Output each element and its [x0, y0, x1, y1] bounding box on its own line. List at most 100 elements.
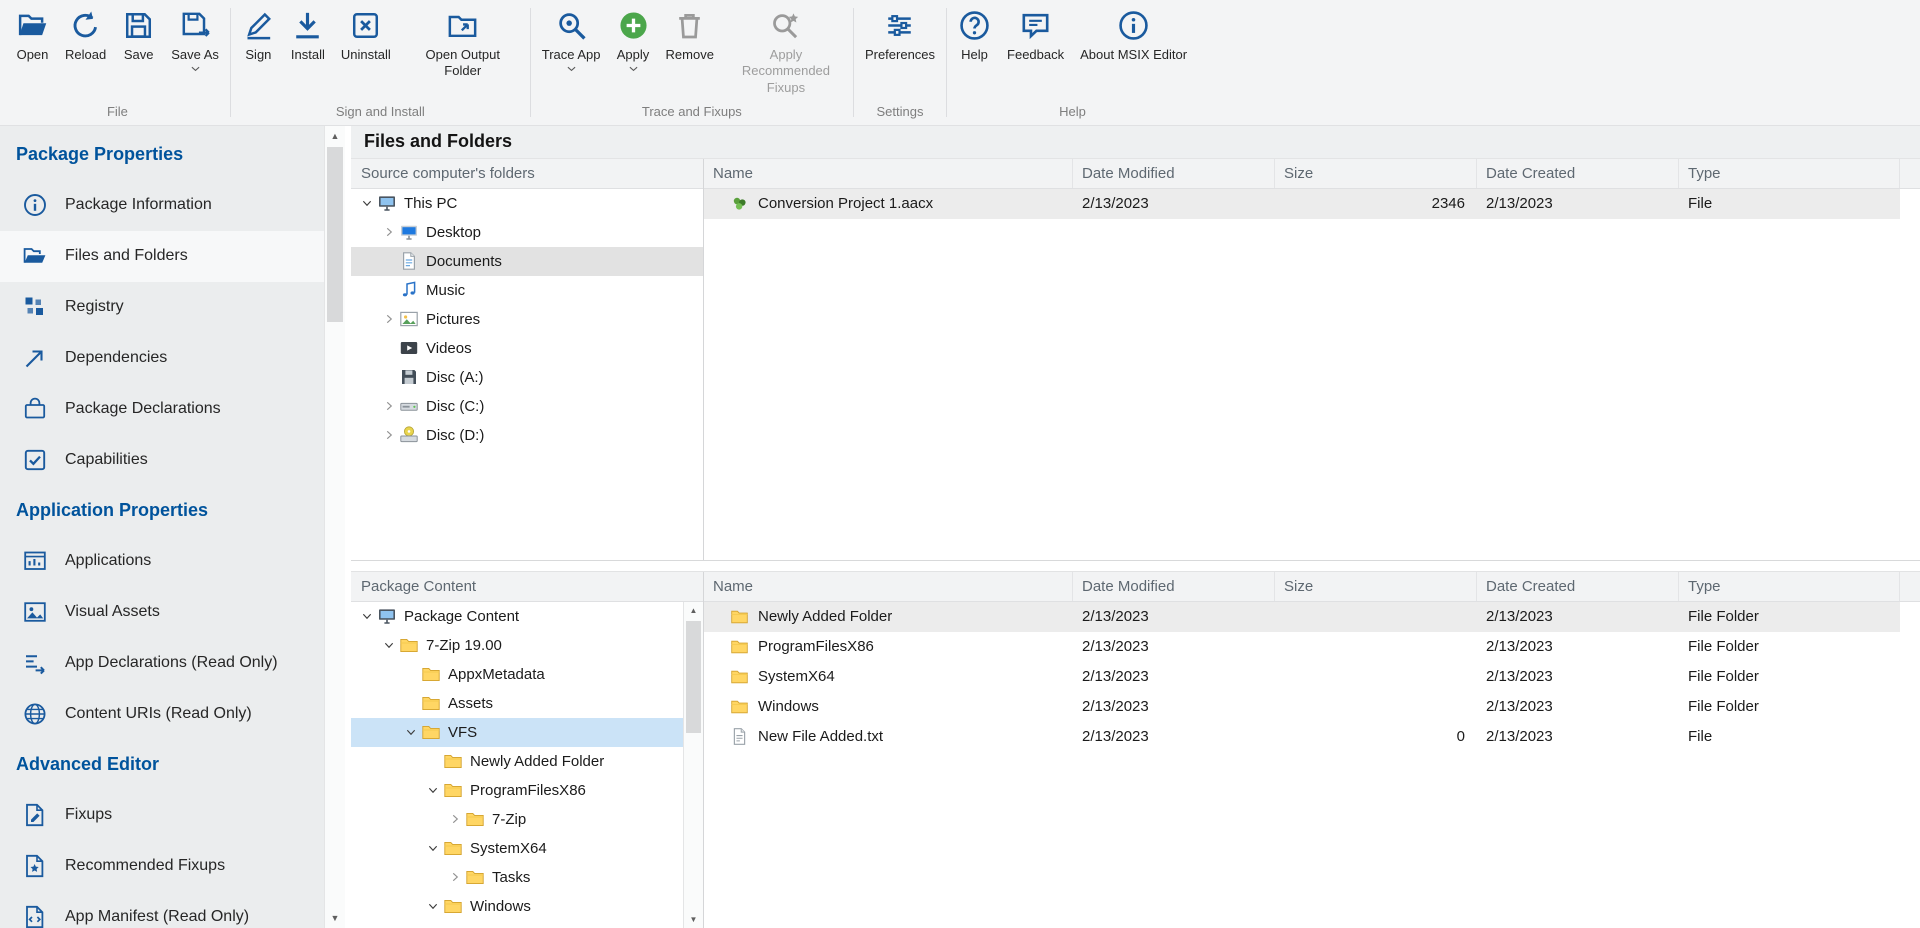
reload-button[interactable]: Reload [57, 6, 114, 66]
scroll-down-arrow[interactable]: ▼ [684, 910, 703, 928]
file-row-conversion-project-1-aacx[interactable]: Conversion Project 1.aacx2/13/202323462/… [704, 189, 1900, 219]
chevron-down-icon[interactable] [357, 195, 377, 211]
column-header-date-modified[interactable]: Date Modified [1073, 572, 1275, 601]
chevron-right-icon[interactable] [379, 224, 399, 240]
package-tree-node-tasks[interactable]: Tasks [351, 863, 703, 892]
package-tree-node-package-content[interactable]: Package Content [351, 602, 703, 631]
save-as-button[interactable]: Save As [163, 6, 227, 75]
apply-button[interactable]: Apply [609, 6, 658, 75]
sidebar-item-package-information[interactable]: Package Information [0, 180, 324, 231]
chevron-down-icon[interactable] [379, 637, 399, 653]
package-tree-node-systemx64[interactable]: SystemX64 [351, 834, 703, 863]
trace-app-button[interactable]: Trace App [534, 6, 609, 75]
chevron-down-icon[interactable] [423, 840, 443, 856]
uninstall-button[interactable]: Uninstall [333, 6, 399, 66]
source-tree-node-pictures[interactable]: Pictures [351, 305, 703, 334]
source-tree-node-music[interactable]: Music [351, 276, 703, 305]
sign-button[interactable]: Sign [234, 6, 283, 66]
open-output-folder-button[interactable]: Open Output Folder [399, 6, 527, 83]
package-tree-scrollbar[interactable]: ▲ ▼ [683, 602, 703, 928]
column-header-size[interactable]: Size [1275, 572, 1477, 601]
chevron-down-icon[interactable] [357, 608, 377, 624]
package-tree-scrollbar-thumb[interactable] [686, 621, 701, 733]
toolbar-group-buttons: OpenReloadSaveSave As [8, 6, 227, 99]
chevron-right-icon[interactable] [445, 869, 465, 885]
tree-node-label: Pictures [426, 311, 480, 328]
save-button[interactable]: Save [114, 6, 163, 66]
package-tree-node-assets[interactable]: Assets [351, 689, 703, 718]
chevron-down-icon[interactable] [423, 898, 443, 914]
tree-node-label: This PC [404, 195, 457, 212]
trace-app-icon [555, 9, 588, 42]
package-tree-node-newly-added-folder[interactable]: Newly Added Folder [351, 747, 703, 776]
apply-recommended-fixups-button[interactable]: Apply Recommended Fixups [722, 6, 850, 99]
file-row-windows[interactable]: Windows2/13/20232/13/2023File Folder [704, 692, 1900, 722]
sidebar-item-content-uris-read-only[interactable]: Content URIs (Read Only) [0, 689, 324, 740]
package-tree-node-vfs[interactable]: VFS [351, 718, 703, 747]
sidebar-item-visual-assets[interactable]: Visual Assets [0, 587, 324, 638]
package-tree-node-appxmetadata[interactable]: AppxMetadata [351, 660, 703, 689]
file-row-newly-added-folder[interactable]: Newly Added Folder2/13/20232/13/2023File… [704, 602, 1900, 632]
applications-icon [22, 548, 48, 574]
chevron-down-icon[interactable] [401, 724, 421, 740]
package-tree-scrollbar-track[interactable] [684, 620, 703, 910]
about-msix-editor-button[interactable]: About MSIX Editor [1072, 6, 1195, 66]
cell-size [1275, 662, 1477, 692]
column-header-date-modified[interactable]: Date Modified [1073, 159, 1275, 188]
package-tree-node-7-zip-19-00[interactable]: 7-Zip 19.00 [351, 631, 703, 660]
feedback-button[interactable]: Feedback [999, 6, 1072, 66]
scroll-up-arrow[interactable]: ▲ [325, 126, 345, 146]
scroll-up-arrow[interactable]: ▲ [684, 602, 703, 620]
sidebar-item-dependencies[interactable]: Dependencies [0, 333, 324, 384]
package-tree-node-7-zip[interactable]: 7-Zip [351, 805, 703, 834]
sidebar-scrollbar-track[interactable] [325, 146, 345, 908]
scroll-down-arrow[interactable]: ▼ [325, 908, 345, 928]
file-row-systemx64[interactable]: SystemX642/13/20232/13/2023File Folder [704, 662, 1900, 692]
sidebar-scrollbar-thumb[interactable] [327, 147, 343, 322]
source-tree-node-disc-c[interactable]: Disc (C:) [351, 392, 703, 421]
source-tree-node-disc-d[interactable]: Disc (D:) [351, 421, 703, 450]
tree-node-label: ProgramFilesX86 [470, 782, 586, 799]
source-tree-node-desktop[interactable]: Desktop [351, 218, 703, 247]
column-header-name[interactable]: Name [704, 159, 1073, 188]
help-button[interactable]: Help [950, 6, 999, 66]
sidebar-item-package-declarations[interactable]: Package Declarations [0, 384, 324, 435]
column-header-date-created[interactable]: Date Created [1477, 159, 1679, 188]
horizontal-splitter[interactable] [351, 561, 1920, 571]
chevron-right-icon[interactable] [379, 427, 399, 443]
file-row-programfilesx86[interactable]: ProgramFilesX862/13/20232/13/2023File Fo… [704, 632, 1900, 662]
package-section: Package Content ▲ ▼ Package Content7-Zip… [351, 571, 1920, 928]
install-button[interactable]: Install [283, 6, 333, 66]
column-header-name[interactable]: Name [704, 572, 1073, 601]
chevron-right-icon[interactable] [379, 398, 399, 414]
files-folders-icon [22, 243, 48, 269]
column-header-type[interactable]: Type [1679, 572, 1900, 601]
column-header-type[interactable]: Type [1679, 159, 1900, 188]
sidebar-scrollbar[interactable]: ▲ ▼ [324, 126, 345, 928]
chevron-down-icon[interactable] [423, 782, 443, 798]
source-tree-node-videos[interactable]: Videos [351, 334, 703, 363]
sidebar-item-recommended-fixups[interactable]: Recommended Fixups [0, 841, 324, 892]
sidebar-item-capabilities[interactable]: Capabilities [0, 435, 324, 486]
preferences-button[interactable]: Preferences [857, 6, 943, 66]
source-tree-node-this-pc[interactable]: This PC [351, 189, 703, 218]
sidebar-item-app-manifest-read-only[interactable]: App Manifest (Read Only) [0, 892, 324, 928]
sidebar-item-applications[interactable]: Applications [0, 536, 324, 587]
open-button[interactable]: Open [8, 6, 57, 66]
file-row-new-file-added-txt[interactable]: New File Added.txt2/13/202302/13/2023Fil… [704, 722, 1900, 752]
remove-button[interactable]: Remove [658, 6, 722, 66]
source-tree-node-documents[interactable]: Documents [351, 247, 703, 276]
sidebar-item-registry[interactable]: Registry [0, 282, 324, 333]
column-header-size[interactable]: Size [1275, 159, 1477, 188]
sidebar-item-fixups[interactable]: Fixups [0, 790, 324, 841]
chevron-right-icon[interactable] [379, 311, 399, 327]
sidebar-item-app-declarations-read-only[interactable]: App Declarations (Read Only) [0, 638, 324, 689]
chevron-right-icon[interactable] [445, 811, 465, 827]
folder-icon [421, 664, 441, 684]
sidebar-item-files-and-folders[interactable]: Files and Folders [0, 231, 324, 282]
source-tree-node-disc-a[interactable]: Disc (A:) [351, 363, 703, 392]
package-tree-node-programfilesx86[interactable]: ProgramFilesX86 [351, 776, 703, 805]
toolbar-group-label: Settings [857, 99, 943, 125]
column-header-date-created[interactable]: Date Created [1477, 572, 1679, 601]
package-tree-node-windows[interactable]: Windows [351, 892, 703, 921]
